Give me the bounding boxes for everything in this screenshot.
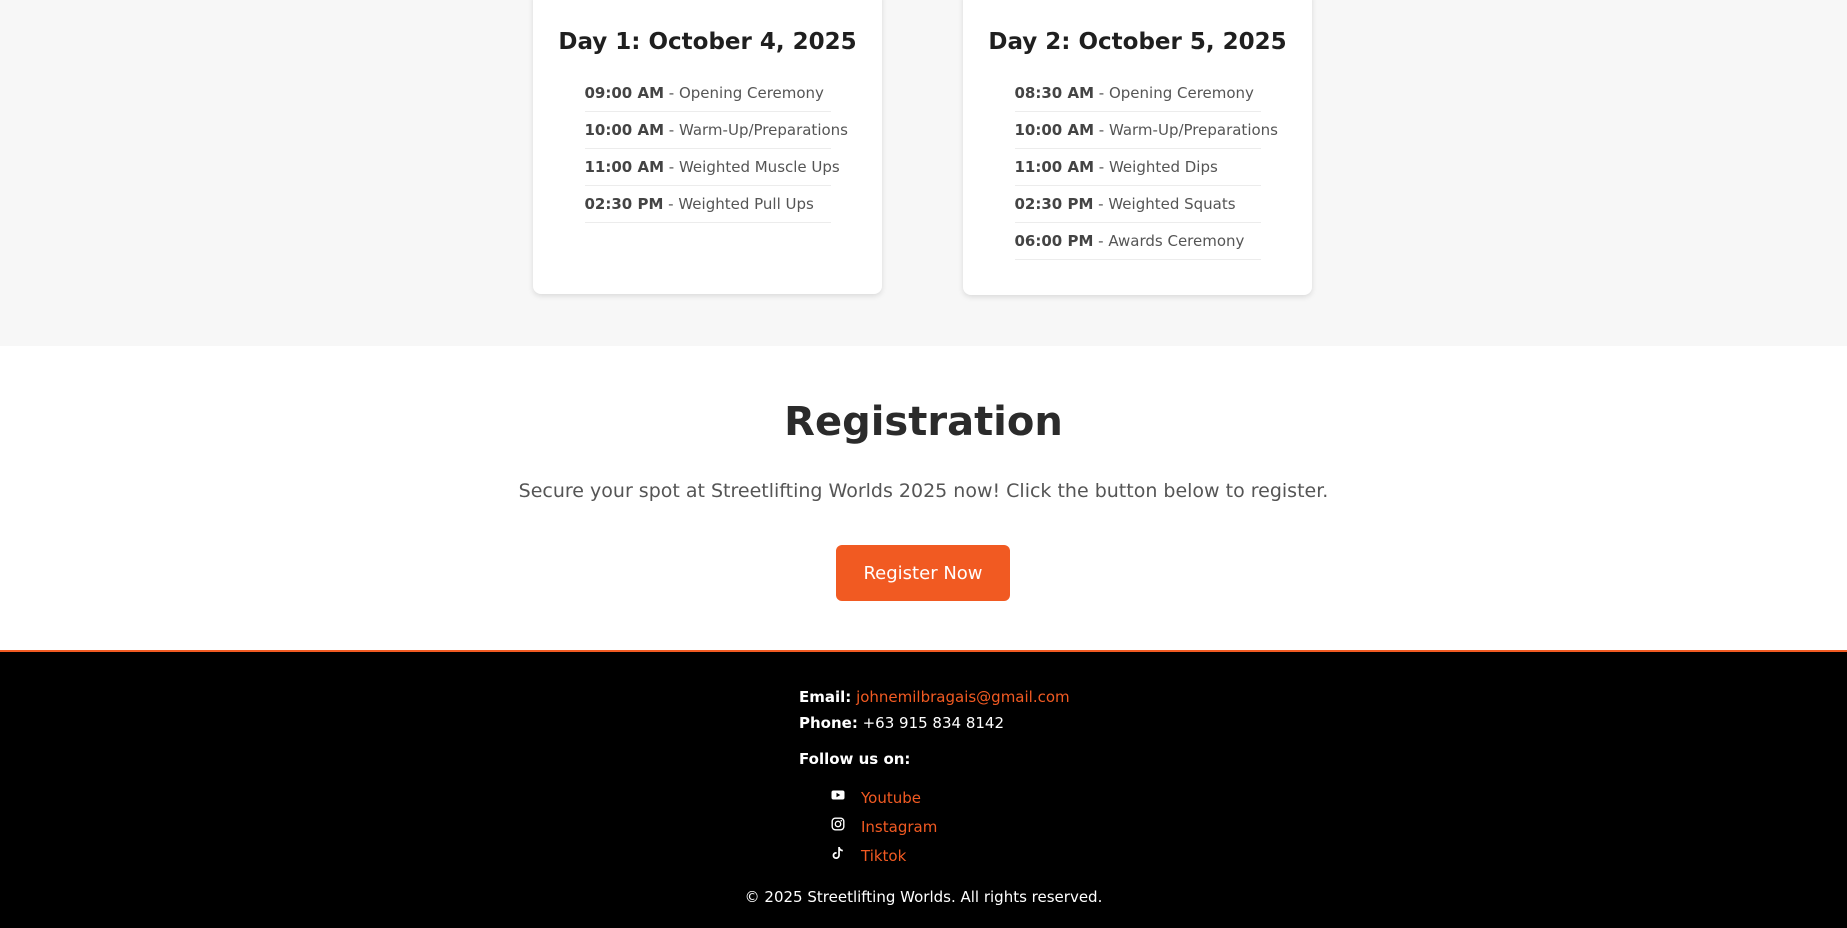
youtube-link[interactable]: Youtube (861, 789, 921, 807)
event-time: 02:30 PM (1014, 195, 1094, 213)
schedule-item: 08:30 AM - Opening Ceremony (1014, 75, 1261, 112)
phone-line: Phone: +63 915 834 8142 (799, 710, 1070, 736)
footer: Email: johnemilbragais@gmail.com Phone: … (0, 650, 1847, 928)
event-time: 11:00 AM (1014, 158, 1095, 176)
schedule-item: 11:00 AM - Weighted Muscle Ups (584, 149, 840, 186)
event-name: Weighted Muscle Ups (678, 158, 840, 176)
social-links: Youtube Instagram Tiktok (831, 784, 937, 871)
registration-section: Registration Secure your spot at Streetl… (0, 346, 1847, 650)
event-name: Awards Ceremony (1108, 232, 1245, 250)
day1-title: Day 1: October 4, 2025 (558, 29, 857, 55)
event-time: 11:00 AM (584, 158, 665, 176)
registration-text: Secure your spot at Streetlifting Worlds… (518, 480, 1329, 502)
event-time: 06:00 PM (1014, 232, 1094, 250)
event-name: Weighted Squats (1108, 195, 1236, 213)
email-line: Email: johnemilbragais@gmail.com (799, 684, 1070, 710)
schedule-item: 10:00 AM - Warm-Up/Preparations (584, 112, 848, 149)
day2-schedule-card: Day 2: October 5, 2025 08:30 AM - Openin… (963, 0, 1312, 295)
social-item-tiktok: Tiktok (831, 842, 937, 871)
tiktok-icon (832, 846, 843, 859)
phone-label: Phone: (799, 714, 858, 732)
email-link[interactable]: johnemilbragais@gmail.com (856, 688, 1070, 706)
schedule-item: 02:30 PM - Weighted Pull Ups (584, 186, 831, 223)
schedule-item: 02:30 PM - Weighted Squats (1014, 186, 1261, 223)
event-time: 10:00 AM (1014, 121, 1095, 139)
schedule-item: 11:00 AM - Weighted Dips (1014, 149, 1261, 186)
youtube-icon (831, 790, 845, 799)
event-time: 08:30 AM (1014, 84, 1095, 102)
day1-event-list: 09:00 AM - Opening Ceremony 10:00 AM - W… (533, 75, 882, 223)
contact-info: Email: johnemilbragais@gmail.com Phone: … (799, 684, 1070, 736)
email-label: Email: (799, 688, 852, 706)
day2-title: Day 2: October 5, 2025 (988, 29, 1287, 55)
event-name: Opening Ceremony (1108, 84, 1254, 102)
event-time: 09:00 AM (584, 84, 665, 102)
event-name: Weighted Pull Ups (678, 195, 814, 213)
schedule-section: Day 1: October 4, 2025 09:00 AM - Openin… (0, 0, 1847, 346)
schedule-item: 10:00 AM - Warm-Up/Preparations (1014, 112, 1278, 149)
event-time: 02:30 PM (584, 195, 664, 213)
tiktok-link[interactable]: Tiktok (861, 847, 906, 865)
register-now-button[interactable]: Register Now (836, 545, 1010, 601)
event-name: Warm-Up/Preparations (678, 121, 848, 139)
event-time: 10:00 AM (584, 121, 665, 139)
phone-number: +63 915 834 8142 (862, 714, 1005, 732)
day1-schedule-card: Day 1: October 4, 2025 09:00 AM - Openin… (533, 0, 882, 294)
event-name: Weighted Dips (1108, 158, 1218, 176)
social-item-youtube: Youtube (831, 784, 937, 813)
registration-title: Registration (784, 399, 1063, 445)
social-item-instagram: Instagram (831, 813, 937, 842)
day2-event-list: 08:30 AM - Opening Ceremony 10:00 AM - W… (963, 75, 1312, 260)
copyright: © 2025 Streetlifting Worlds. All rights … (744, 888, 1103, 906)
event-name: Opening Ceremony (678, 84, 824, 102)
instagram-link[interactable]: Instagram (861, 818, 937, 836)
schedule-item: 09:00 AM - Opening Ceremony (584, 75, 831, 112)
schedule-item: 06:00 PM - Awards Ceremony (1014, 223, 1261, 260)
follow-us-label: Follow us on: (799, 750, 911, 768)
event-name: Warm-Up/Preparations (1108, 121, 1278, 139)
instagram-icon (831, 817, 845, 831)
